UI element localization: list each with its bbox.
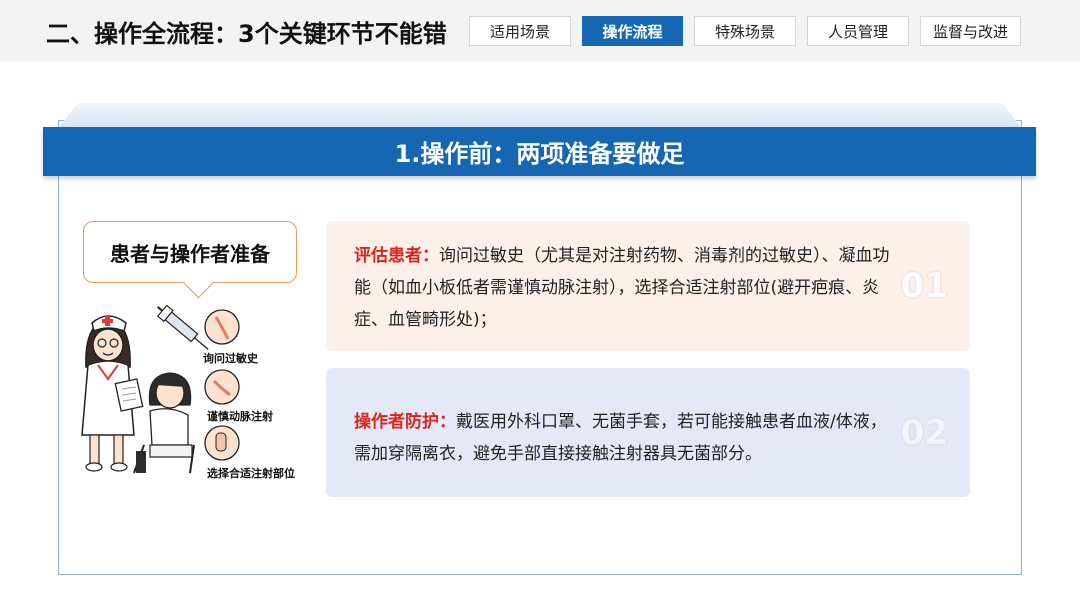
- step-allergy-icon: [204, 309, 240, 345]
- tab-personnel[interactable]: 人员管理: [807, 16, 909, 46]
- callout-text: 患者与操作者准备: [110, 241, 270, 266]
- syringe-icon: [156, 304, 209, 350]
- callout-bubble: 患者与操作者准备: [83, 221, 297, 283]
- ribbon-backdrop: [58, 103, 1022, 129]
- illustration: 询问过敏史 谨慎动脉注射 选择合适注射部位: [70, 304, 320, 485]
- header-bar: 二、操作全流程：3个关键环节不能错 适用场景 操作流程 特殊场景 人员管理 监督…: [0, 0, 1080, 62]
- card-assess-patient: 评估患者：询问过敏史（尤其是对注射药物、消毒剂的过敏史）、凝血功能（如血小板低者…: [326, 221, 970, 351]
- tab-bar: 适用场景 操作流程 特殊场景 人员管理 监督与改进: [0, 16, 1080, 46]
- step-label-artery: 谨慎动脉注射: [207, 410, 273, 423]
- step-label-site: 选择合适注射部位: [207, 467, 295, 480]
- card-1-key: 评估患者：: [354, 246, 439, 266]
- card-2-key: 操作者防护：: [354, 412, 456, 432]
- card-1-text: 评估患者：询问过敏史（尤其是对注射药物、消毒剂的过敏史）、凝血功能（如血小板低者…: [354, 240, 900, 336]
- tab-supervision[interactable]: 监督与改进: [920, 16, 1021, 46]
- step-label-allergy: 询问过敏史: [203, 352, 258, 365]
- card-1-number: 01: [900, 266, 948, 306]
- tab-special-scenarios[interactable]: 特殊场景: [694, 16, 796, 46]
- step-site-icon: [204, 425, 240, 461]
- card-2-number: 02: [900, 412, 948, 453]
- tab-procedure[interactable]: 操作流程: [582, 16, 683, 46]
- tab-scenarios[interactable]: 适用场景: [469, 16, 571, 46]
- step-artery-icon: [204, 369, 240, 405]
- patient-icon: [133, 372, 195, 474]
- card-2-text: 操作者防护：戴医用外科口罩、无菌手套，若可能接触患者血液/体液，需加穿隔离衣，避…: [354, 406, 900, 470]
- nurse-icon: [81, 315, 144, 472]
- section-heading: 1.操作前：两项准备要做足: [394, 140, 685, 168]
- section-heading-ribbon: 1.操作前：两项准备要做足: [43, 127, 1036, 176]
- card-operator-protection: 操作者防护：戴医用外科口罩、无菌手套，若可能接触患者血液/体液，需加穿隔离衣，避…: [326, 368, 970, 497]
- illustration-art: [81, 304, 240, 474]
